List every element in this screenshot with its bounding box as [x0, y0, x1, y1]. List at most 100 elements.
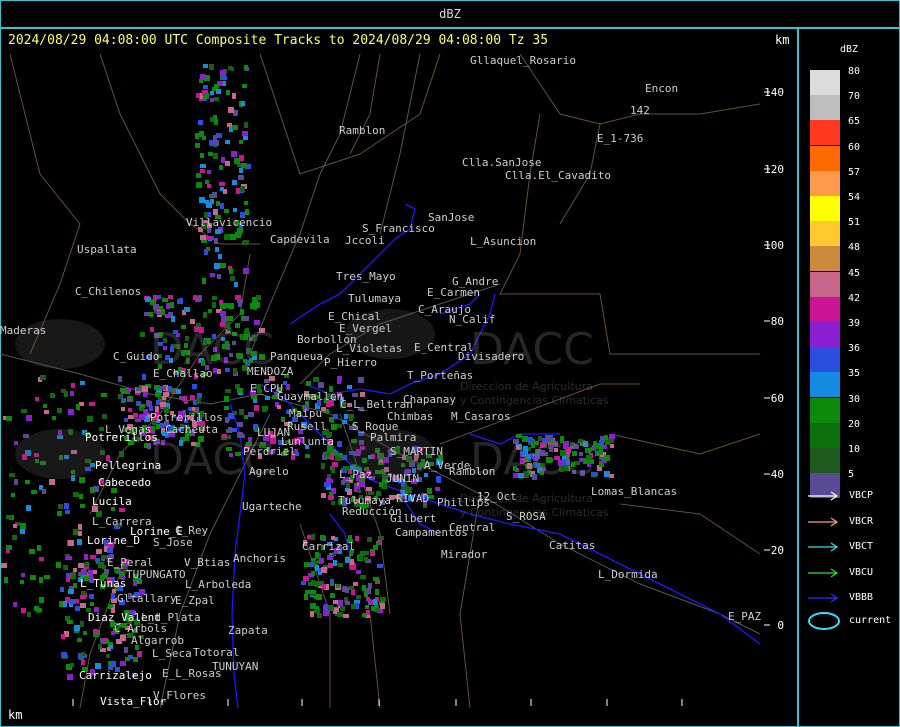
echo-pixel	[220, 311, 226, 316]
echo-pixel	[196, 182, 202, 188]
echo-pixel	[231, 151, 237, 157]
echo-pixel	[242, 84, 247, 88]
echo-pixel	[213, 140, 219, 146]
echo-pixel	[104, 569, 109, 574]
echo-pixel	[366, 610, 370, 615]
echo-pixel	[228, 427, 232, 433]
echo-pixel	[96, 549, 102, 554]
province-boundaries	[9, 54, 761, 708]
echo-pixel	[360, 575, 366, 579]
echo-pixel	[30, 575, 36, 580]
echo-pixel	[12, 535, 17, 540]
echo-pixel	[349, 586, 354, 590]
echo-pixel	[333, 600, 338, 604]
echo-pixel	[42, 489, 46, 494]
echo-pixel	[245, 209, 249, 215]
legend-value: 35	[848, 368, 861, 380]
legend-value: 45	[848, 267, 861, 279]
echo-pixel	[217, 274, 221, 279]
svg-text:y Contingencias Climaticas: y Contingencias Climaticas	[460, 394, 609, 407]
echo-pixel	[119, 508, 125, 512]
echo-pixel	[43, 404, 47, 408]
legend-swatch	[810, 372, 840, 398]
legend-value: 39	[848, 318, 861, 329]
place-label: S_ROSA	[506, 510, 546, 523]
echo-pixel	[219, 182, 225, 186]
echo-pixel	[237, 299, 243, 303]
echo-pixel	[155, 392, 159, 397]
echo-pixel	[39, 577, 43, 583]
track-line-icon	[808, 593, 839, 603]
echo-pixel	[140, 332, 145, 337]
place-label: S_MARTIN	[390, 445, 443, 458]
legend-title: dBZ	[840, 44, 859, 55]
legend-swatch	[810, 246, 840, 272]
echo-pixel	[604, 455, 610, 461]
echo-pixel	[160, 402, 166, 407]
echo-pixel	[281, 417, 285, 422]
echo-pixel	[198, 295, 202, 301]
echo-pixel	[216, 89, 221, 94]
echo-pixel	[156, 424, 160, 429]
track-line-icon	[808, 491, 839, 501]
radar-map[interactable]: DACC DACC Direccion de Agricultura y Con…	[0, 54, 798, 708]
echo-pixel	[239, 168, 243, 173]
place-label: E_1-736	[597, 132, 643, 145]
echo-pixel	[102, 414, 107, 419]
echo-pixel	[424, 473, 428, 477]
legend-value: 10	[848, 444, 861, 455]
echo-pixel	[80, 504, 85, 508]
place-label: Encon	[645, 82, 678, 95]
echo-pixel	[329, 417, 334, 422]
echo-pixel	[244, 316, 249, 321]
echo-pixel	[380, 597, 386, 601]
legend-value: 5	[848, 469, 855, 481]
echo-pixel	[118, 376, 122, 382]
echo-pixel	[311, 571, 315, 576]
legend-value: 65	[848, 116, 861, 128]
place-label: L_Paz	[339, 468, 372, 481]
place-label: Carrizalejo	[79, 669, 152, 682]
echo-pixel	[214, 97, 219, 101]
echo-pixel	[70, 599, 76, 604]
place-label: E_Zpal	[175, 594, 215, 607]
echo-pixel	[230, 234, 236, 240]
echo-pixel	[83, 631, 87, 635]
place-label: Gltallary	[117, 592, 177, 605]
legend-swatch	[810, 422, 840, 448]
echo-pixel	[14, 441, 18, 445]
echo-pixel	[77, 638, 82, 642]
echo-pixel	[39, 557, 44, 561]
place-label: Clla.SanJose	[462, 156, 541, 169]
echo-pixel	[116, 570, 120, 574]
echo-pixel	[358, 377, 364, 383]
echo-pixel	[328, 563, 333, 568]
echo-pixel	[228, 413, 234, 419]
echo-pixel	[116, 639, 122, 644]
echo-pixel	[68, 409, 74, 415]
track-label: VBCU	[849, 566, 874, 578]
echo-pixel	[160, 386, 166, 390]
echo-pixel	[373, 599, 377, 605]
echo-pixel	[203, 312, 207, 318]
echo-pixel	[133, 657, 138, 662]
echo-pixel	[301, 581, 306, 585]
place-label: L_Violetas	[336, 342, 402, 355]
echo-pixel	[206, 236, 212, 240]
place-label: M_Casaros	[451, 410, 511, 423]
echo-pixel	[213, 209, 218, 215]
echo-pixel	[106, 654, 110, 658]
echo-pixel	[214, 263, 220, 269]
echo-pixel	[224, 234, 230, 240]
legend-swatch	[810, 120, 840, 146]
echo-pixel	[29, 549, 35, 554]
place-label: L_Arboleda	[185, 578, 251, 591]
echo-pixel	[337, 441, 342, 447]
echo-pixel	[337, 612, 343, 617]
echo-pixel	[6, 545, 12, 550]
echo-pixel	[236, 188, 240, 194]
echo-pixel	[322, 584, 326, 589]
echo-pixel	[20, 523, 26, 529]
place-label: C_Chilenos	[75, 285, 141, 298]
echo-pixel	[122, 398, 126, 402]
